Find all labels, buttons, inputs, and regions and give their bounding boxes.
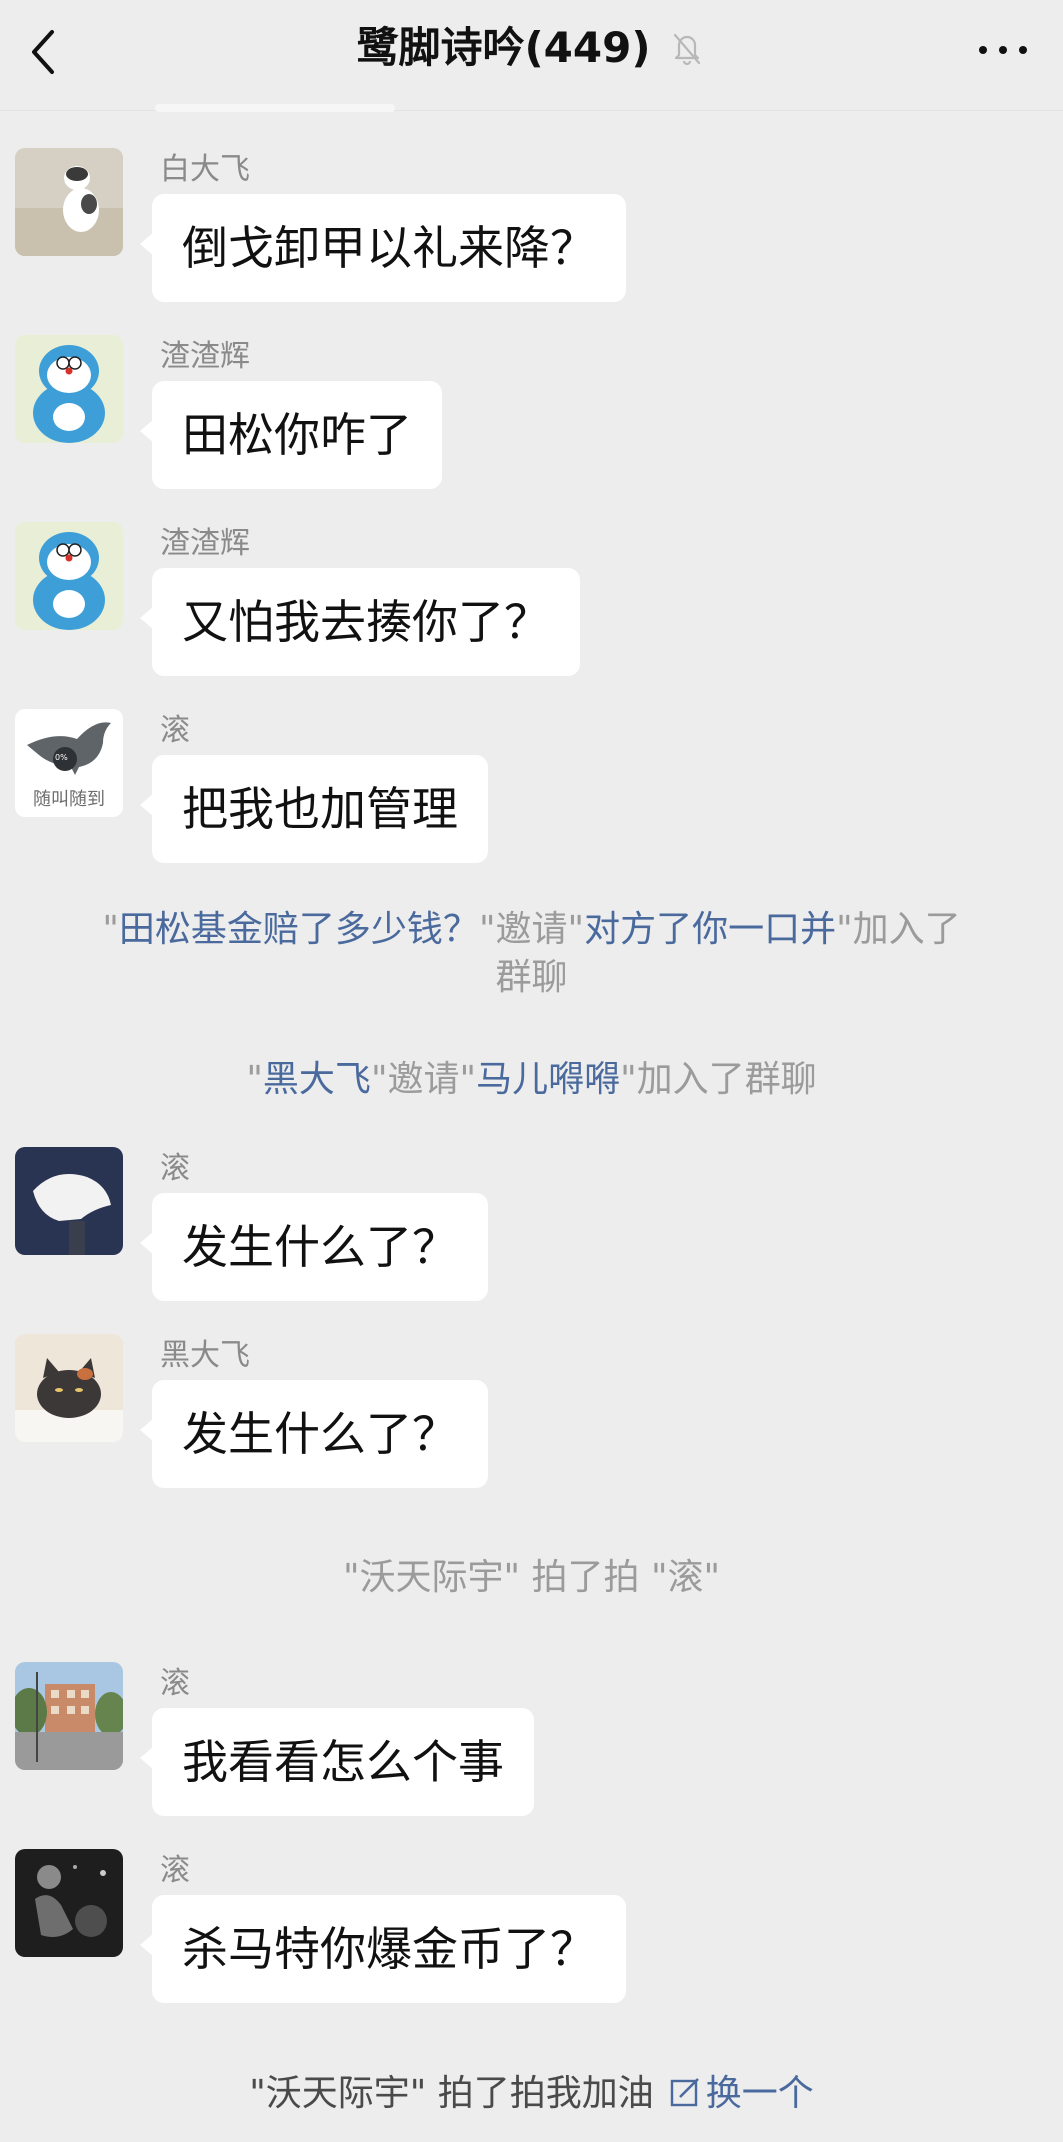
system-pat-notice: "沃天际宇" 拍了拍我加油 换一个 bbox=[60, 2070, 1003, 2118]
pigeon-avatar[interactable]: 0% 随叫随到 bbox=[15, 709, 123, 817]
message-bubble[interactable]: 发生什么了？ bbox=[140, 1380, 488, 1488]
change-pat-link[interactable]: 换一个 bbox=[668, 2073, 814, 2114]
sender-name: 渣渣辉 bbox=[160, 339, 250, 374]
invite-tail: "加入了群聊 bbox=[620, 1059, 817, 1100]
quote-mark: " bbox=[102, 909, 119, 950]
quote-mark: " bbox=[246, 1059, 263, 1100]
chat-title: 鹭脚诗吟(449) bbox=[356, 23, 651, 72]
sender-name: 白大飞 bbox=[160, 152, 250, 187]
doraemon-avatar[interactable] bbox=[15, 522, 123, 630]
doraemon-avatar[interactable] bbox=[15, 335, 123, 443]
black-cat-avatar[interactable] bbox=[15, 1334, 123, 1442]
sender-name: 滚 bbox=[160, 1666, 190, 1701]
chat-title-wrap: 鹭脚诗吟(449) bbox=[0, 18, 1063, 78]
message-bubble[interactable]: 倒戈卸甲以礼来降？ bbox=[140, 194, 626, 302]
inviter-name[interactable]: 田松基金赔了多少钱？ bbox=[119, 909, 479, 950]
invite-tail-line2: 群聊 bbox=[495, 957, 568, 998]
message-bubble[interactable]: 发生什么了？ bbox=[140, 1193, 488, 1301]
message-bubble[interactable]: 把我也加管理 bbox=[140, 755, 488, 863]
invitee-name[interactable]: 对方了你一口并 bbox=[584, 909, 836, 950]
bird-avatar[interactable] bbox=[15, 1147, 123, 1255]
system-invite-notice: "田松基金赔了多少钱？"邀请"对方了你一口并"加入了 群聊 bbox=[60, 906, 1003, 1002]
invite-connector: "邀请" bbox=[478, 909, 585, 950]
system-invite-notice: "黑大飞"邀请"马儿嘚嘚"加入了群聊 bbox=[60, 1056, 1003, 1104]
mute-bell-icon bbox=[673, 33, 700, 65]
avatar-badge: 0% bbox=[55, 753, 68, 762]
invitee-name[interactable]: 马儿嘚嘚 bbox=[476, 1059, 620, 1100]
more-options-icon[interactable] bbox=[973, 30, 1033, 70]
previous-message-edge bbox=[155, 104, 395, 112]
dark-photo-avatar[interactable] bbox=[15, 1849, 123, 1957]
change-pat-label: 换一个 bbox=[705, 2073, 814, 2114]
message-bubble[interactable]: 田松你咋了 bbox=[140, 381, 442, 489]
cat-avatar[interactable] bbox=[15, 148, 123, 256]
pat-text: "沃天际宇" 拍了拍我加油 bbox=[249, 2073, 654, 2114]
edit-icon bbox=[670, 2078, 699, 2107]
avatar-caption: 随叫随到 bbox=[33, 789, 105, 810]
street-photo-avatar[interactable] bbox=[15, 1662, 123, 1770]
sender-name: 滚 bbox=[160, 713, 190, 748]
chat-header: 鹭脚诗吟(449) bbox=[0, 0, 1063, 111]
sender-name: 渣渣辉 bbox=[160, 526, 250, 561]
sender-name: 黑大飞 bbox=[160, 1338, 250, 1373]
invite-connector: "邀请" bbox=[370, 1059, 477, 1100]
message-bubble[interactable]: 我看看怎么个事 bbox=[140, 1708, 534, 1816]
invite-tail: "加入了 bbox=[836, 909, 961, 950]
sender-name: 滚 bbox=[160, 1151, 190, 1186]
sender-name: 滚 bbox=[160, 1853, 190, 1888]
inviter-name[interactable]: 黑大飞 bbox=[263, 1059, 371, 1100]
message-bubble[interactable]: 又怕我去揍你了？ bbox=[140, 568, 580, 676]
message-bubble[interactable]: 杀马特你爆金币了？ bbox=[140, 1895, 626, 2003]
system-pat-notice: "沃天际宇" 拍了拍 "滚" bbox=[342, 1557, 721, 1598]
